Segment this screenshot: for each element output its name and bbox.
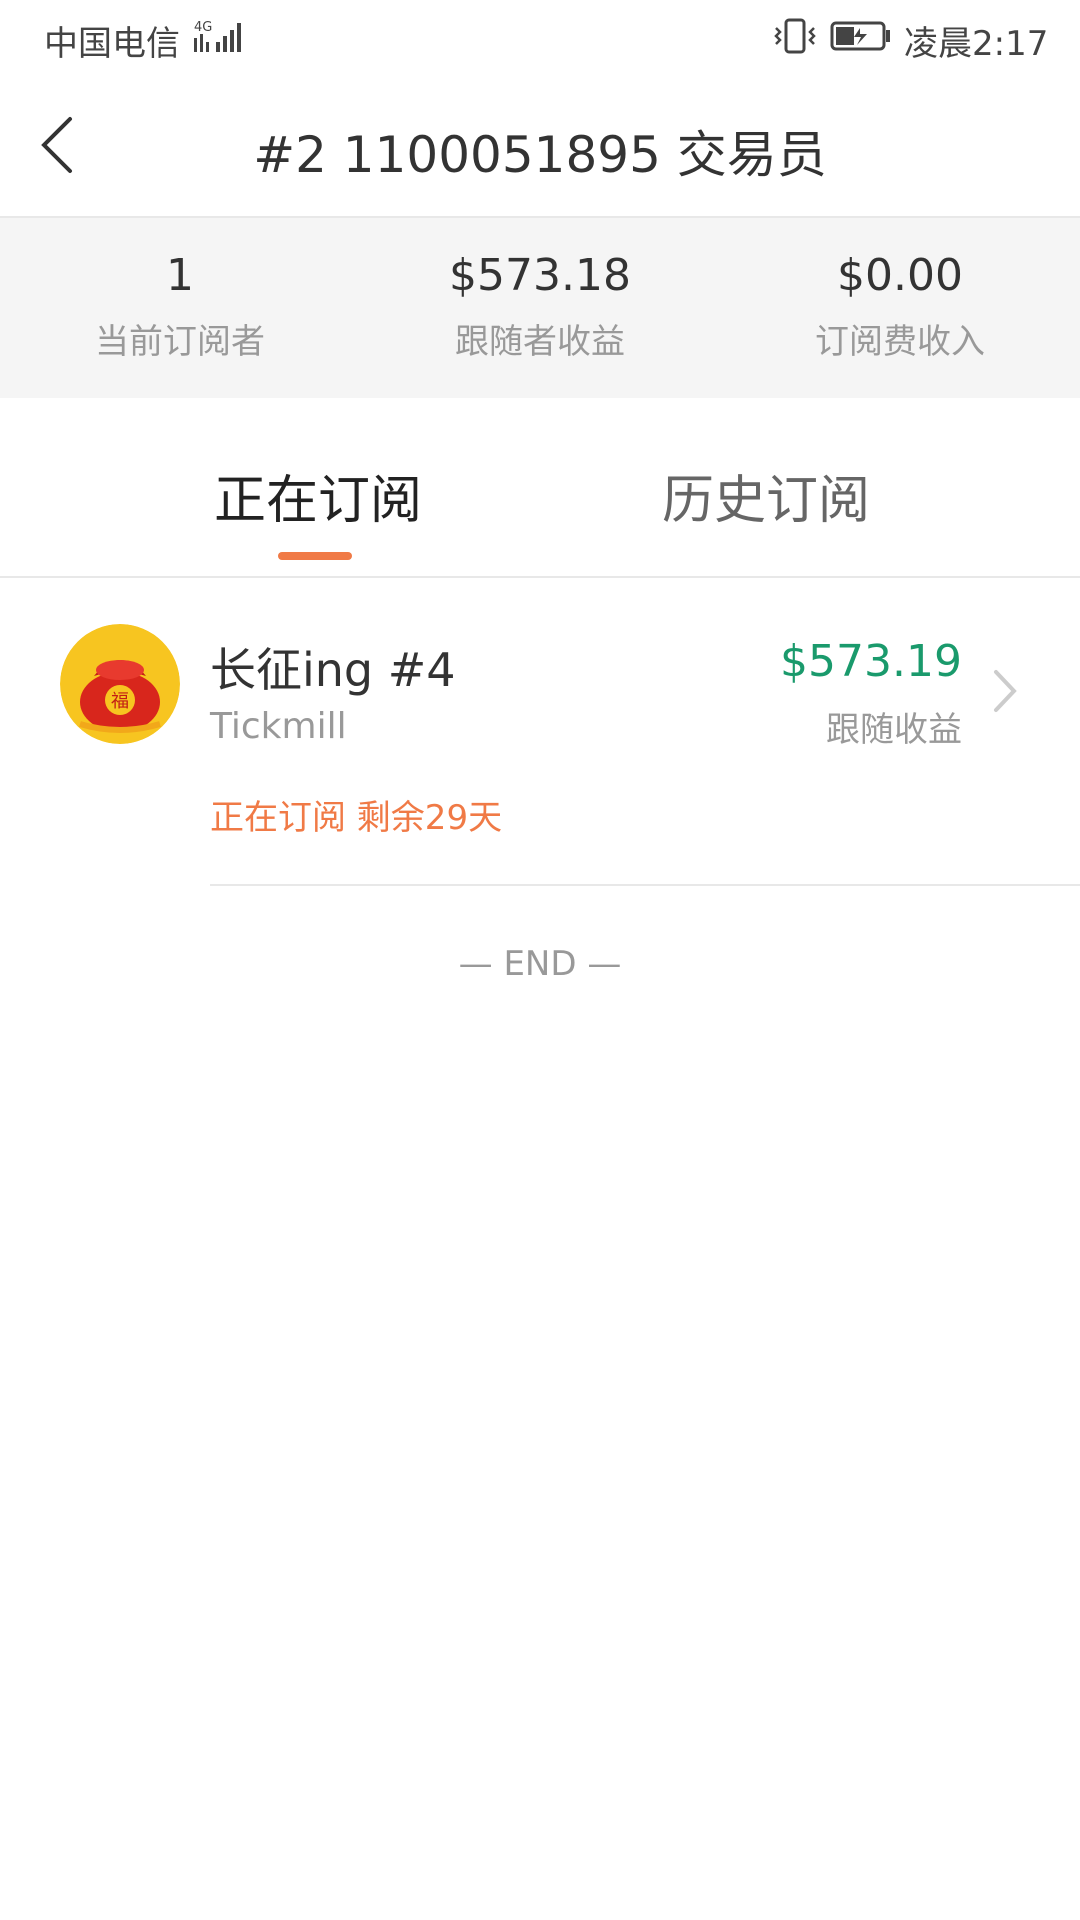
subscription-status: 正在订阅 剩余29天 <box>210 798 503 838</box>
divider <box>210 884 1080 886</box>
stat-follower-profit: $573.18 跟随者收益 <box>360 218 720 398</box>
stat-label: 跟随者收益 <box>455 322 625 362</box>
stat-label: 当前订阅者 <box>95 322 265 362</box>
clock: 凌晨2:17 <box>904 24 1049 64</box>
stats-panel: 1 当前订阅者 $573.18 跟随者收益 $0.00 订阅费收入 <box>0 218 1080 398</box>
tab-bar: 正在订阅 历史订阅 <box>0 398 1080 578</box>
stat-value: $0.00 <box>837 250 963 301</box>
page-title: #2 1100051895 交易员 <box>253 126 827 184</box>
carrier-name: 中国电信 <box>44 24 180 64</box>
list-end-marker: — END — <box>458 944 622 984</box>
chevron-right-icon <box>994 670 1017 712</box>
svg-text:福: 福 <box>111 691 129 712</box>
vibrate-icon <box>774 18 816 54</box>
stat-subscription-income: $0.00 订阅费收入 <box>720 218 1080 398</box>
tab-current-subscriptions[interactable]: 正在订阅 <box>214 458 422 533</box>
stat-label: 订阅费收入 <box>815 322 985 362</box>
nav-bar: #2 1100051895 交易员 <box>0 75 1080 218</box>
stat-value: 1 <box>166 250 194 301</box>
stat-current-subscribers: 1 当前订阅者 <box>0 218 360 398</box>
active-tab-indicator <box>278 552 352 560</box>
follow-profit-label: 跟随收益 <box>826 710 962 750</box>
battery-icon <box>830 21 890 51</box>
avatar: 福 <box>60 624 180 744</box>
signal-icon: 4G <box>194 20 241 52</box>
follow-profit-value: $573.19 <box>780 636 962 687</box>
status-bar: 中国电信 4G 凌晨2:17 <box>0 0 1080 75</box>
list-item[interactable]: 福 长征ing #4 Tickmill 正在订阅 剩余29天 $573.19 跟… <box>0 578 1080 886</box>
stat-value: $573.18 <box>449 250 631 301</box>
network-badge: 4G <box>194 20 212 35</box>
broker-name: Tickmill <box>210 706 347 747</box>
tab-history-subscriptions[interactable]: 历史订阅 <box>662 458 870 533</box>
trader-name: 长征ing #4 <box>210 643 456 697</box>
